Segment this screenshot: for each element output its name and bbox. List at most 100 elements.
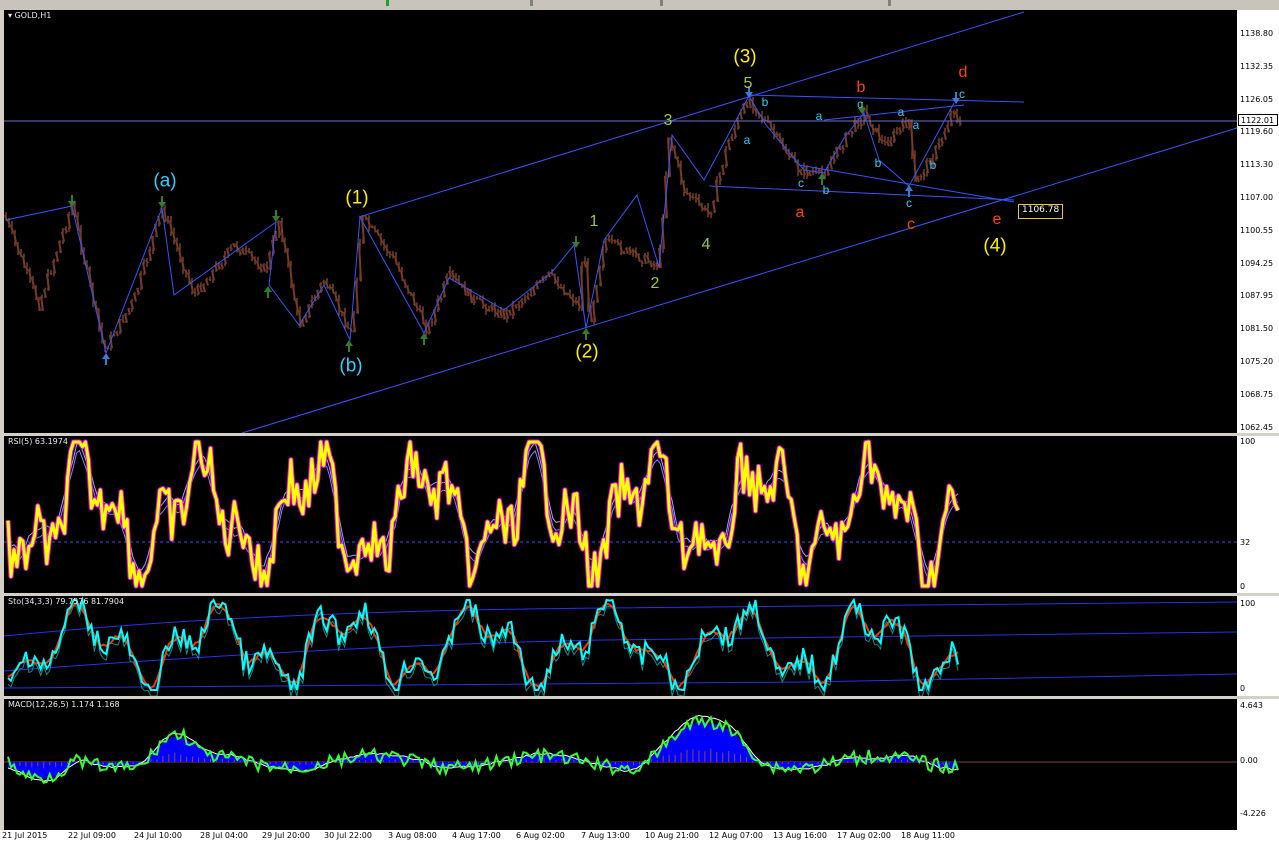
candle-body (877, 127, 881, 141)
rsi-line (6, 440, 960, 588)
macd-main-line (7, 714, 959, 784)
rsi-title: RSI(5) 63.1974 (8, 437, 68, 446)
price-axis-label: 1087.95 (1240, 291, 1274, 300)
wave-label[interactable]: a (913, 119, 920, 131)
fractal-up-arrow-icon (420, 333, 428, 339)
stochastic-title: Sto(34,3,3) 79.7576 81.7904 (8, 597, 125, 606)
candle-body (841, 145, 845, 151)
wave-label[interactable]: b (875, 157, 882, 169)
wave-label[interactable]: b (762, 96, 769, 108)
time-axis-label: 30 Jul 22:00 (324, 831, 372, 840)
chart-shift-marker[interactable] (888, 0, 891, 6)
wave-label[interactable]: c (907, 217, 915, 233)
time-axis[interactable]: 21 Jul 2015 22 Jul 09:00 24 Jul 10:00 28 Ju… (0, 830, 1279, 841)
candle-body (340, 310, 344, 314)
candle-body (373, 225, 377, 233)
candle-body (880, 138, 884, 142)
wave-label[interactable]: b (857, 80, 866, 96)
wave-label[interactable]: c (959, 88, 965, 100)
candle-body (49, 271, 53, 276)
wave-label[interactable]: d (959, 65, 968, 81)
wave-label[interactable]: (a) (153, 172, 176, 191)
toolbar-marker[interactable] (530, 0, 533, 6)
candle-body (403, 279, 407, 287)
candle-body (61, 231, 65, 243)
candle-body (640, 260, 644, 265)
wave-label[interactable]: 5 (744, 76, 753, 92)
rsi-axis[interactable]: 100 32 0 (1237, 436, 1279, 593)
wave-label[interactable]: (1) (345, 189, 368, 208)
wave-label[interactable]: 4 (702, 237, 711, 253)
dropdown-icon[interactable]: ▾ (8, 11, 12, 20)
candle-body (187, 272, 191, 284)
wave-label[interactable]: (3) (733, 48, 756, 67)
candle-body (721, 164, 725, 175)
candle-body (652, 262, 656, 268)
wave-label[interactable]: 2 (651, 276, 660, 292)
time-axis-label: 21 Jul 2015 (2, 831, 48, 840)
toolbar-marker[interactable] (660, 0, 663, 6)
candle-body (388, 251, 392, 256)
chart-window: ▾ GOLD,H1 (a) (b) (1) (2) (3) (4) 1 2 3 4 5 a b c d e a b… (0, 0, 1279, 841)
stochastic-pane[interactable]: Sto(34,3,3) 79.7576 81.7904 (4, 596, 1237, 696)
candle-body (139, 272, 143, 290)
candle-body (37, 298, 41, 312)
candle-body (574, 299, 578, 304)
wave-label[interactable]: c (857, 98, 863, 110)
price-axis-label: 1138.80 (1240, 29, 1274, 38)
toolbar-marker[interactable] (386, 0, 389, 6)
indicator-axis-label: 0 (1240, 582, 1246, 591)
wave-label[interactable]: b (930, 159, 937, 171)
stoch-band-lower (4, 673, 1237, 689)
indicator-axis-label: 4.643 (1240, 701, 1263, 710)
time-axis-label: 29 Jul 20:00 (262, 831, 310, 840)
candle-body (127, 307, 131, 315)
wave-label[interactable]: (b) (339, 357, 362, 376)
wave-label[interactable]: a (816, 110, 823, 122)
stochastic-axis[interactable]: 100 0 (1237, 596, 1279, 696)
candle-body (208, 278, 212, 282)
time-axis-label: 24 Jul 10:00 (134, 831, 182, 840)
candle-body (748, 98, 752, 109)
candle-body (685, 191, 689, 195)
wave-label[interactable]: 3 (664, 113, 673, 129)
candle-body (181, 259, 185, 272)
candle-body (121, 318, 125, 324)
candle-body (262, 264, 266, 272)
candle-body (34, 286, 38, 301)
price-axis-label: 1113.30 (1240, 160, 1274, 169)
candle-body (838, 146, 842, 151)
candle-body (292, 285, 296, 301)
candle-body (259, 267, 263, 273)
candle-body (646, 254, 650, 263)
time-axis-label: 4 Aug 17:00 (452, 831, 501, 840)
candle-body (466, 288, 470, 296)
candle-body (916, 176, 920, 183)
price-chart-pane[interactable]: ▾ GOLD,H1 (a) (b) (1) (2) (3) (4) 1 2 3 4 5 a b c d e a b… (4, 10, 1237, 433)
wave-label[interactable]: (2) (575, 343, 598, 362)
wave-label[interactable]: e (993, 212, 1002, 228)
candle-body (706, 207, 710, 215)
wave-label[interactable]: a (796, 205, 805, 221)
candle-body (490, 304, 494, 311)
wave-label[interactable]: b (823, 184, 830, 196)
candle-body (421, 310, 425, 325)
candle-body (715, 180, 719, 203)
candle-body (364, 215, 368, 220)
wave-label[interactable]: c (798, 177, 804, 189)
wave-label[interactable]: (4) (983, 237, 1006, 256)
rsi-pane[interactable]: RSI(5) 63.1974 (4, 436, 1237, 593)
candle-body (496, 312, 500, 319)
macd-pane[interactable]: MACD(12,26,5) 1.174 1.168 (4, 699, 1237, 830)
wave-label[interactable]: 1 (590, 214, 599, 230)
price-axis[interactable]: 1138.80 1132.35 1126.05 1119.60 1113.30 1107.… (1237, 10, 1279, 433)
candle-body (124, 313, 128, 323)
wave-label[interactable]: a (744, 134, 751, 146)
price-level-tag[interactable]: 1106.78 (1018, 204, 1064, 219)
wave-label[interactable]: c (906, 197, 912, 209)
wave-label[interactable]: a (898, 106, 905, 118)
candle-body (895, 130, 899, 135)
macd-axis[interactable]: 4.643 0.00 -4.226 (1237, 699, 1279, 830)
indicator-axis-label: 0 (1240, 684, 1246, 693)
candle-body (283, 240, 287, 252)
